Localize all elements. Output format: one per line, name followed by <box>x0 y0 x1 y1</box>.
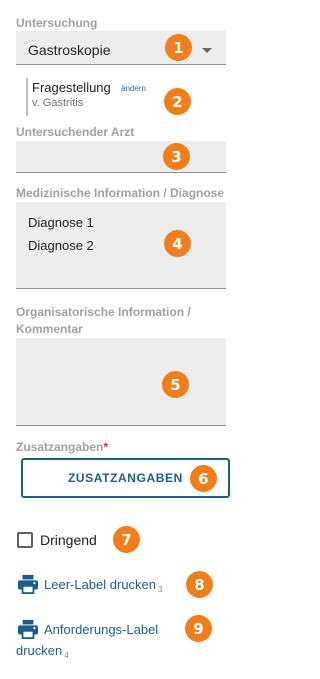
badge-3: 3 <box>163 143 190 170</box>
kommentar-textarea[interactable] <box>16 338 226 426</box>
fragestellung-value: v. Gastritis <box>32 97 84 109</box>
badge-1: 1 <box>165 34 192 61</box>
untersuchung-value: Gastroskopie <box>28 42 111 58</box>
diagnose-textarea[interactable]: Diagnose 1 Diagnose 2 <box>16 202 226 289</box>
untersuchung-label: Untersuchung <box>16 16 98 30</box>
printer-icon[interactable] <box>17 619 39 639</box>
leer-label-count: 3 <box>158 585 163 594</box>
kommentar-label-line2: Kommentar <box>16 322 83 336</box>
diagnose-line-2: Diagnose 2 <box>28 238 94 253</box>
arzt-input[interactable] <box>16 141 226 173</box>
required-mark: * <box>103 440 109 454</box>
dringend-checkbox[interactable] <box>17 532 33 548</box>
diagnose-line-1: Diagnose 1 <box>28 215 94 230</box>
dringend-label[interactable]: Dringend <box>40 532 97 548</box>
anforderungs-label-drucken-link-line2[interactable]: drucken 4 <box>16 643 69 660</box>
anforderung-count: 4 <box>64 651 69 660</box>
badge-6: 6 <box>190 465 217 492</box>
anforderungs-label-drucken-link-line1[interactable]: Anforderungs-Label <box>44 622 158 637</box>
badge-5: 5 <box>162 371 189 398</box>
kommentar-label-line1: Organisatorische Information / <box>16 305 191 319</box>
leer-label-drucken-link[interactable]: Leer-Label drucken 3 <box>44 577 162 594</box>
zusatz-label-text: Zusatzangaben <box>16 440 104 454</box>
fragestellung-aendern-link[interactable]: ändern <box>121 84 146 93</box>
dropdown-caret-icon <box>202 48 212 53</box>
arzt-label: Untersuchender Arzt <box>16 125 135 139</box>
badge-8: 8 <box>186 571 213 598</box>
fragestellung-bar <box>26 78 28 116</box>
anforderung-text-line2: drucken <box>16 643 63 658</box>
zusatz-label: Zusatzangaben* <box>16 439 108 455</box>
badge-4: 4 <box>164 230 191 257</box>
diagnose-label: Medizinische Information / Diagnose <box>16 186 225 200</box>
order-form-panel: Untersuchung Gastroskopie 1 Fragestellun… <box>0 0 240 679</box>
fragestellung-title: Fragestellung <box>32 80 111 95</box>
badge-7: 7 <box>113 526 140 553</box>
printer-icon[interactable] <box>17 574 39 594</box>
untersuchung-select[interactable]: Gastroskopie <box>16 31 226 65</box>
badge-2: 2 <box>164 88 191 115</box>
badge-9: 9 <box>185 615 212 642</box>
leer-label-text: Leer-Label drucken <box>44 577 157 592</box>
